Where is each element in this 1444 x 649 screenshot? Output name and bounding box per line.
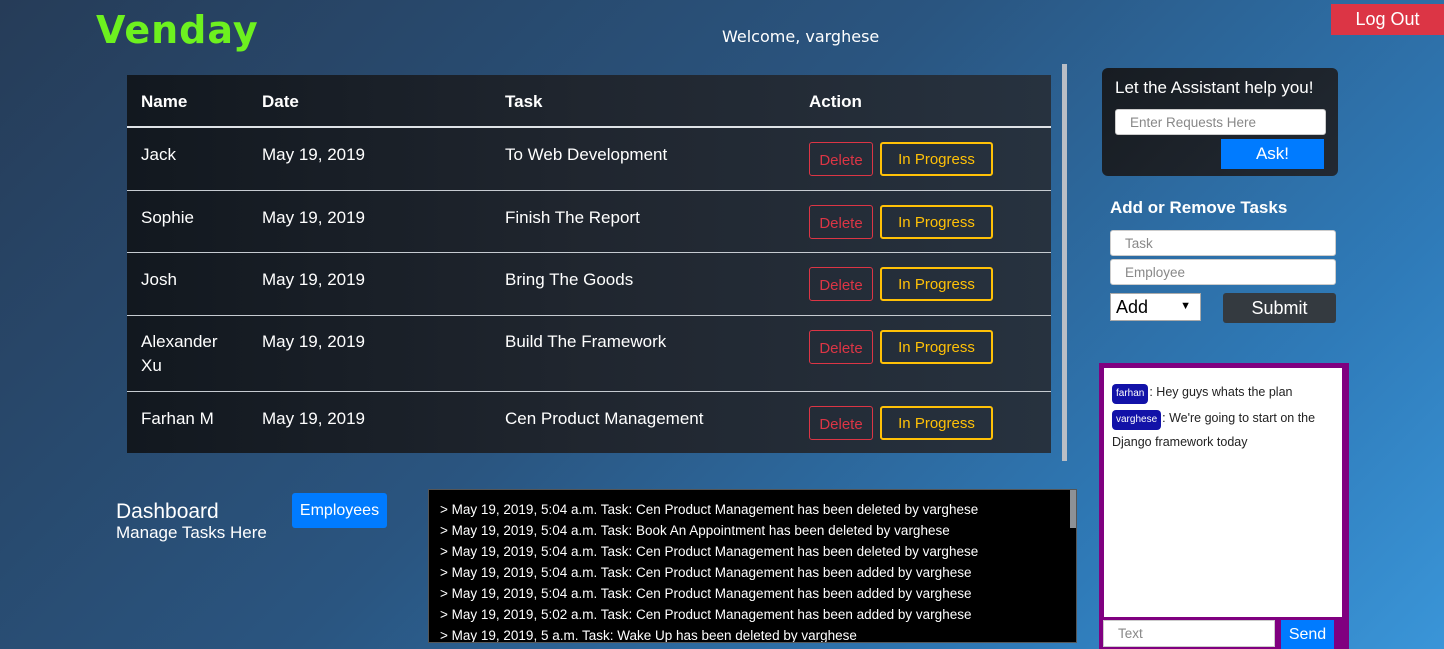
row-name: Jack xyxy=(141,145,176,164)
log-scrollbar[interactable] xyxy=(1070,490,1076,528)
delete-button[interactable]: Delete xyxy=(809,205,873,239)
dashboard-title: Dashboard xyxy=(116,500,219,523)
row-task: Cen Product Management xyxy=(505,409,704,428)
action-select[interactable]: Add ▼ xyxy=(1110,293,1201,321)
delete-button[interactable]: Delete xyxy=(809,142,873,176)
user-badge: varghese xyxy=(1112,410,1162,430)
log-line: > May 19, 2019, 5 a.m. Task: Wake Up has… xyxy=(440,628,857,643)
table-scrollbar[interactable] xyxy=(1062,64,1067,461)
row-task: Finish The Report xyxy=(505,208,640,227)
chat-text-input[interactable] xyxy=(1103,620,1275,647)
chevron-down-icon: ▼ xyxy=(1180,300,1191,312)
row-name: Josh xyxy=(141,270,177,289)
in-progress-button[interactable]: In Progress xyxy=(880,406,993,440)
log-line: > May 19, 2019, 5:04 a.m. Task: Cen Prod… xyxy=(440,544,979,559)
action-select-value: Add xyxy=(1116,297,1149,317)
header-name: Name xyxy=(141,92,188,111)
table-header: Name Date Task Action xyxy=(127,75,1051,128)
message-text: : We're going to start on the xyxy=(1162,411,1316,425)
app-logo: Venday xyxy=(96,8,259,52)
row-date: May 19, 2019 xyxy=(262,208,366,227)
row-task: To Web Development xyxy=(505,145,668,164)
employee-field[interactable] xyxy=(1110,259,1336,285)
row-name: Alexander Xu xyxy=(141,332,218,375)
tasks-form-title: Add or Remove Tasks xyxy=(1110,198,1288,217)
chat-panel: farhan: Hey guys whats the plan varghese… xyxy=(1099,363,1349,649)
table-row: Josh May 19, 2019 Bring The Goods Delete… xyxy=(127,252,1051,315)
delete-button[interactable]: Delete xyxy=(809,267,873,301)
send-button[interactable]: Send xyxy=(1281,620,1334,649)
row-date: May 19, 2019 xyxy=(262,145,366,164)
log-line: > May 19, 2019, 5:02 a.m. Task: Cen Prod… xyxy=(440,607,972,622)
user-badge: farhan xyxy=(1112,384,1149,404)
chat-messages[interactable]: farhan: Hey guys whats the plan varghese… xyxy=(1104,368,1342,617)
delete-button[interactable]: Delete xyxy=(809,406,873,440)
header-task: Task xyxy=(505,92,543,111)
row-date: May 19, 2019 xyxy=(262,332,366,351)
log-line: > May 19, 2019, 5:04 a.m. Task: Book An … xyxy=(440,523,950,538)
table-row: Farhan M May 19, 2019 Cen Product Manage… xyxy=(127,391,1051,454)
row-task: Bring The Goods xyxy=(505,270,634,289)
message-text: : Hey guys whats the plan xyxy=(1149,385,1293,399)
logout-button[interactable]: Log Out xyxy=(1331,4,1444,35)
table-row: Sophie May 19, 2019 Finish The Report De… xyxy=(127,190,1051,253)
in-progress-button[interactable]: In Progress xyxy=(880,330,993,364)
assistant-title: Let the Assistant help you! xyxy=(1115,78,1314,97)
log-line: > May 19, 2019, 5:04 a.m. Task: Cen Prod… xyxy=(440,502,979,517)
header-date: Date xyxy=(262,92,299,111)
employees-button[interactable]: Employees xyxy=(292,493,387,528)
task-field[interactable] xyxy=(1110,230,1336,256)
row-name: Sophie xyxy=(141,208,194,227)
row-date: May 19, 2019 xyxy=(262,270,366,289)
activity-log[interactable]: > May 19, 2019, 5:04 a.m. Task: Cen Prod… xyxy=(428,489,1077,643)
chat-message: farhan: Hey guys whats the plan xyxy=(1112,380,1293,404)
table-row: Alexander Xu May 19, 2019 Build The Fram… xyxy=(127,315,1051,392)
submit-button[interactable]: Submit xyxy=(1223,293,1336,323)
in-progress-button[interactable]: In Progress xyxy=(880,205,993,239)
chat-message: varghese: We're going to start on the xyxy=(1112,406,1336,430)
row-name: Farhan M xyxy=(141,409,214,428)
task-table: Name Date Task Action Jack May 19, 2019 … xyxy=(127,75,1051,453)
assistant-panel: Let the Assistant help you! Ask! xyxy=(1102,68,1338,176)
in-progress-button[interactable]: In Progress xyxy=(880,267,993,301)
chat-message-continued: Django framework today xyxy=(1112,435,1248,449)
row-date: May 19, 2019 xyxy=(262,409,366,428)
log-line: > May 19, 2019, 5:04 a.m. Task: Cen Prod… xyxy=(440,586,972,601)
assistant-request-input[interactable] xyxy=(1115,109,1326,135)
dashboard-subtitle: Manage Tasks Here xyxy=(116,523,267,542)
welcome-text: Welcome, varghese xyxy=(722,27,880,46)
log-line: > May 19, 2019, 5:04 a.m. Task: Cen Prod… xyxy=(440,565,972,580)
delete-button[interactable]: Delete xyxy=(809,330,873,364)
table-row: Jack May 19, 2019 To Web Development Del… xyxy=(127,127,1051,189)
ask-button[interactable]: Ask! xyxy=(1221,139,1324,169)
row-task: Build The Framework xyxy=(505,332,667,351)
in-progress-button[interactable]: In Progress xyxy=(880,142,993,176)
header-action: Action xyxy=(809,92,862,111)
